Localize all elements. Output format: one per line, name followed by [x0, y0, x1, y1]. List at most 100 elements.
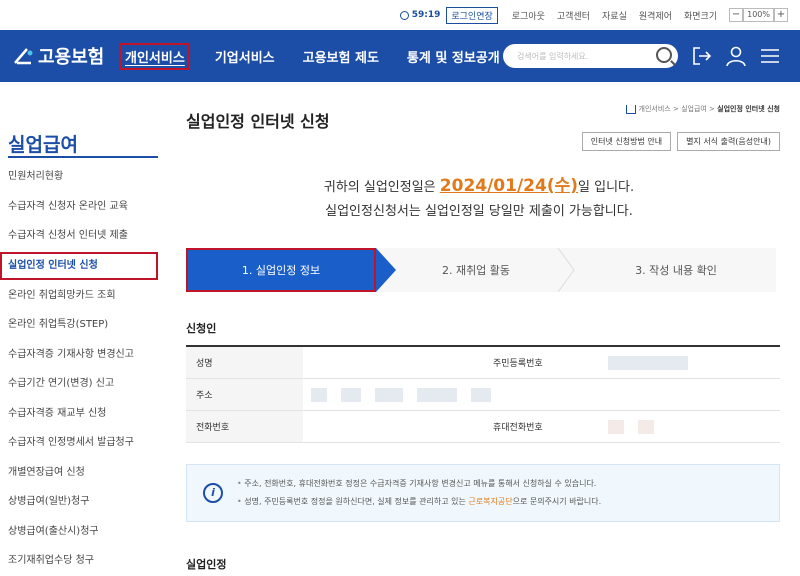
menu-statistics[interactable]: 통계 및 정보공개 — [404, 43, 503, 70]
zoom-out-button[interactable]: − — [729, 8, 744, 22]
sidebar-item-period-extension[interactable]: 수급기간 연기(변경) 신고 — [0, 369, 158, 399]
masked-value — [311, 387, 327, 402]
sidebar-item-certificate[interactable]: 수급자격 인정명세서 발급청구 — [0, 428, 158, 458]
step-1: 1. 실업인정 정보 — [186, 248, 396, 292]
action-buttons: 인터넷 신청방법 안내 별지 서식 출력(음성안내) — [581, 132, 780, 151]
notice-line2: 실업인정신청서는 실업인정일 당일만 제출이 가능합니다. — [325, 204, 633, 219]
rrn-header: 주민등록번호 — [483, 347, 600, 378]
sidebar-item-application-submit[interactable]: 수급자격 신청서 인터넷 제출 — [0, 221, 158, 251]
application-guide-button[interactable]: 인터넷 신청방법 안내 — [581, 132, 672, 151]
breadcrumb-item[interactable]: 실업급여 — [681, 104, 707, 114]
screen-size-label: 화면크기 — [684, 11, 718, 22]
sidebar-item-change-report[interactable]: 수급자격증 기재사항 변경신고 — [0, 340, 158, 370]
sidebar-divider — [8, 156, 158, 158]
step-1-label: 1. 실업인정 정보 — [241, 264, 321, 277]
step-2: 2. 재취업 활동 — [376, 248, 576, 292]
zoom-in-button[interactable]: + — [774, 8, 788, 22]
search-icon[interactable] — [656, 47, 672, 63]
hamburger-menu-icon[interactable] — [758, 44, 782, 68]
print-form-button[interactable]: 별지 서식 출력(음성안내) — [677, 132, 780, 151]
info-item: 주소, 전화번호, 휴대전화번호 정정은 수급자격증 기재사항 변경신고 메뉴를… — [237, 475, 601, 493]
sidebar-item-step[interactable]: 온라인 취업특강(STEP) — [0, 310, 158, 340]
sidebar-item-extended-benefit[interactable]: 개별연장급여 신청 — [0, 458, 158, 488]
applicant-table: 성명 주민등록번호 주소 전화번호 휴대전화번호 — [186, 345, 780, 443]
breadcrumb: 개인서비스 > 실업급여 > 실업인정 인터넷 신청 — [625, 104, 780, 114]
rrn-value — [600, 347, 780, 378]
info-item: 성명, 주민등록번호 정정을 원하신다면, 실제 정보를 관리하고 있는 근로복… — [237, 493, 601, 511]
menu-personal-service[interactable]: 개인서비스 — [120, 42, 190, 70]
session-timer: 59:19 — [399, 10, 441, 20]
gnb-menu: 개인서비스 기업서비스 고용보험 제도 통계 및 정보공개 — [120, 42, 525, 70]
menu-business-service[interactable]: 기업서비스 — [212, 43, 278, 70]
sidebar-title: 실업급여 — [8, 134, 78, 156]
progress-steps: 1. 실업인정 정보 2. 재취업 활동 3. 작성 내용 확인 — [186, 248, 776, 292]
sidebar-item-job-card[interactable]: 온라인 취업희망카드 조회 — [0, 281, 158, 311]
remote-control-link[interactable]: 원격제어 — [639, 9, 672, 22]
address-value — [303, 379, 780, 410]
extend-login-button[interactable]: 로그인연장 — [446, 6, 498, 24]
library-link[interactable]: 자료실 — [602, 9, 627, 22]
sidebar-item-complaint-status[interactable]: 민원처리현황 — [0, 162, 158, 192]
sidebar-item-maternity-benefit[interactable]: 상병급여(출산시)청구 — [0, 517, 158, 547]
search-input[interactable]: 검색어를 입력하세요. — [503, 44, 678, 68]
logout-link[interactable]: 로그아웃 — [512, 9, 545, 22]
info-list: 주소, 전화번호, 휴대전화번호 정정은 수급자격증 기재사항 변경신고 메뉴를… — [237, 475, 601, 511]
sidebar-item-sickness-benefit[interactable]: 상병급여(일반)청구 — [0, 487, 158, 517]
breadcrumb-current: 실업인정 인터넷 신청 — [717, 105, 780, 113]
recognition-date: 2024/01/24(수) — [439, 176, 579, 196]
customer-center-link[interactable]: 고객센터 — [557, 9, 590, 22]
masked-value — [375, 387, 403, 402]
masked-value — [608, 355, 688, 370]
info-item-text: 성명, 주민등록번호 정정을 원하신다면, 실제 정보를 관리하고 있는 — [244, 497, 469, 506]
logout-icon[interactable] — [690, 44, 714, 68]
table-row: 주소 — [186, 379, 780, 411]
sidebar-list: 민원처리현황 수급자격 신청자 온라인 교육 수급자격 신청서 인터넷 제출 실… — [0, 162, 158, 576]
applicant-section-title: 신청인 — [186, 322, 217, 335]
phone-header: 전화번호 — [186, 411, 303, 442]
session-timer-value: 59:19 — [411, 10, 441, 20]
info-box: i 주소, 전화번호, 휴대전화번호 정정은 수급자격증 기재사항 변경신고 메… — [186, 464, 780, 522]
clock-icon — [399, 10, 409, 20]
page-title: 실업인정 인터넷 신청 — [186, 112, 330, 131]
step-3: 3. 작성 내용 확인 — [576, 248, 776, 292]
site-logo[interactable]: 고용보험 — [12, 43, 120, 69]
sidebar-item-reissue[interactable]: 수급자격증 재교부 신청 — [0, 399, 158, 429]
table-row: 성명 주민등록번호 — [186, 347, 780, 379]
logo-text: 고용보험 — [38, 47, 105, 68]
masked-value — [471, 387, 491, 402]
phone-value — [303, 411, 483, 442]
home-icon[interactable] — [625, 104, 636, 114]
step-3-label: 3. 작성 내용 확인 — [635, 264, 717, 277]
zoom-level: 100% — [743, 8, 774, 22]
masked-value — [341, 387, 361, 402]
notice-suffix: 일 입니다. — [578, 180, 635, 195]
zoom-control: − 100% + — [729, 8, 788, 22]
step-separator — [557, 248, 575, 292]
masked-value — [608, 419, 624, 434]
menu-insurance-system[interactable]: 고용보험 제도 — [300, 43, 382, 70]
mobile-value — [600, 411, 780, 442]
name-value — [303, 347, 483, 378]
name-header: 성명 — [186, 347, 303, 378]
step-2-label: 2. 재취업 활동 — [441, 264, 511, 277]
masked-value — [417, 387, 457, 402]
main-navigation: 고용보험 개인서비스 기업서비스 고용보험 제도 통계 및 정보공개 검색어를 … — [0, 30, 800, 82]
masked-value — [638, 419, 654, 434]
address-header: 주소 — [186, 379, 303, 410]
info-icon: i — [203, 483, 223, 503]
info-item-text: 으로 문의주시기 바랍니다. — [512, 497, 602, 506]
mobile-header: 휴대전화번호 — [483, 411, 600, 442]
recognition-date-notice: 귀하의 실업인정일은 2024/01/24(수)일 입니다. 실업인정신청서는 … — [186, 174, 772, 224]
sidebar-item-unemployment-recognition[interactable]: 실업인정 인터넷 신청 — [0, 251, 158, 280]
logo-mark-icon — [14, 48, 33, 65]
breadcrumb-item[interactable]: 개인서비스 — [639, 104, 671, 114]
sidebar-item-online-education[interactable]: 수급자격 신청자 온라인 교육 — [0, 192, 158, 222]
kcomwel-link[interactable]: 근로복지공단 — [468, 497, 512, 506]
user-icon[interactable] — [724, 44, 748, 68]
notice-prefix: 귀하의 실업인정일은 — [323, 180, 440, 195]
unemployment-section-title: 실업인정 — [186, 558, 227, 571]
table-row: 전화번호 휴대전화번호 — [186, 411, 780, 443]
search-placeholder: 검색어를 입력하세요. — [517, 51, 589, 61]
utility-bar: 59:19 로그인연장 로그아웃 고객센터 자료실 원격제어 화면크기 − 10… — [0, 0, 800, 30]
sidebar-item-early-reemployment[interactable]: 조기재취업수당 청구 — [0, 546, 158, 576]
